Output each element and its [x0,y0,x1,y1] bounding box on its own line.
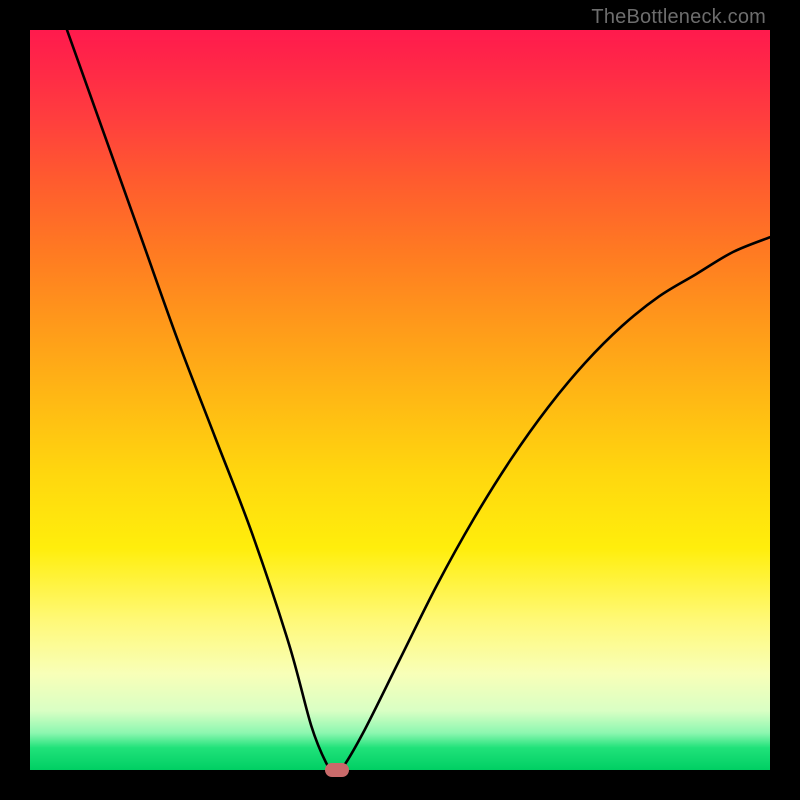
curve-svg [30,30,770,770]
bottleneck-curve [67,30,770,770]
plot-area [30,30,770,770]
watermark-text: TheBottleneck.com [591,6,766,29]
frame: TheBottleneck.com [0,0,800,800]
minimum-marker [325,763,349,777]
